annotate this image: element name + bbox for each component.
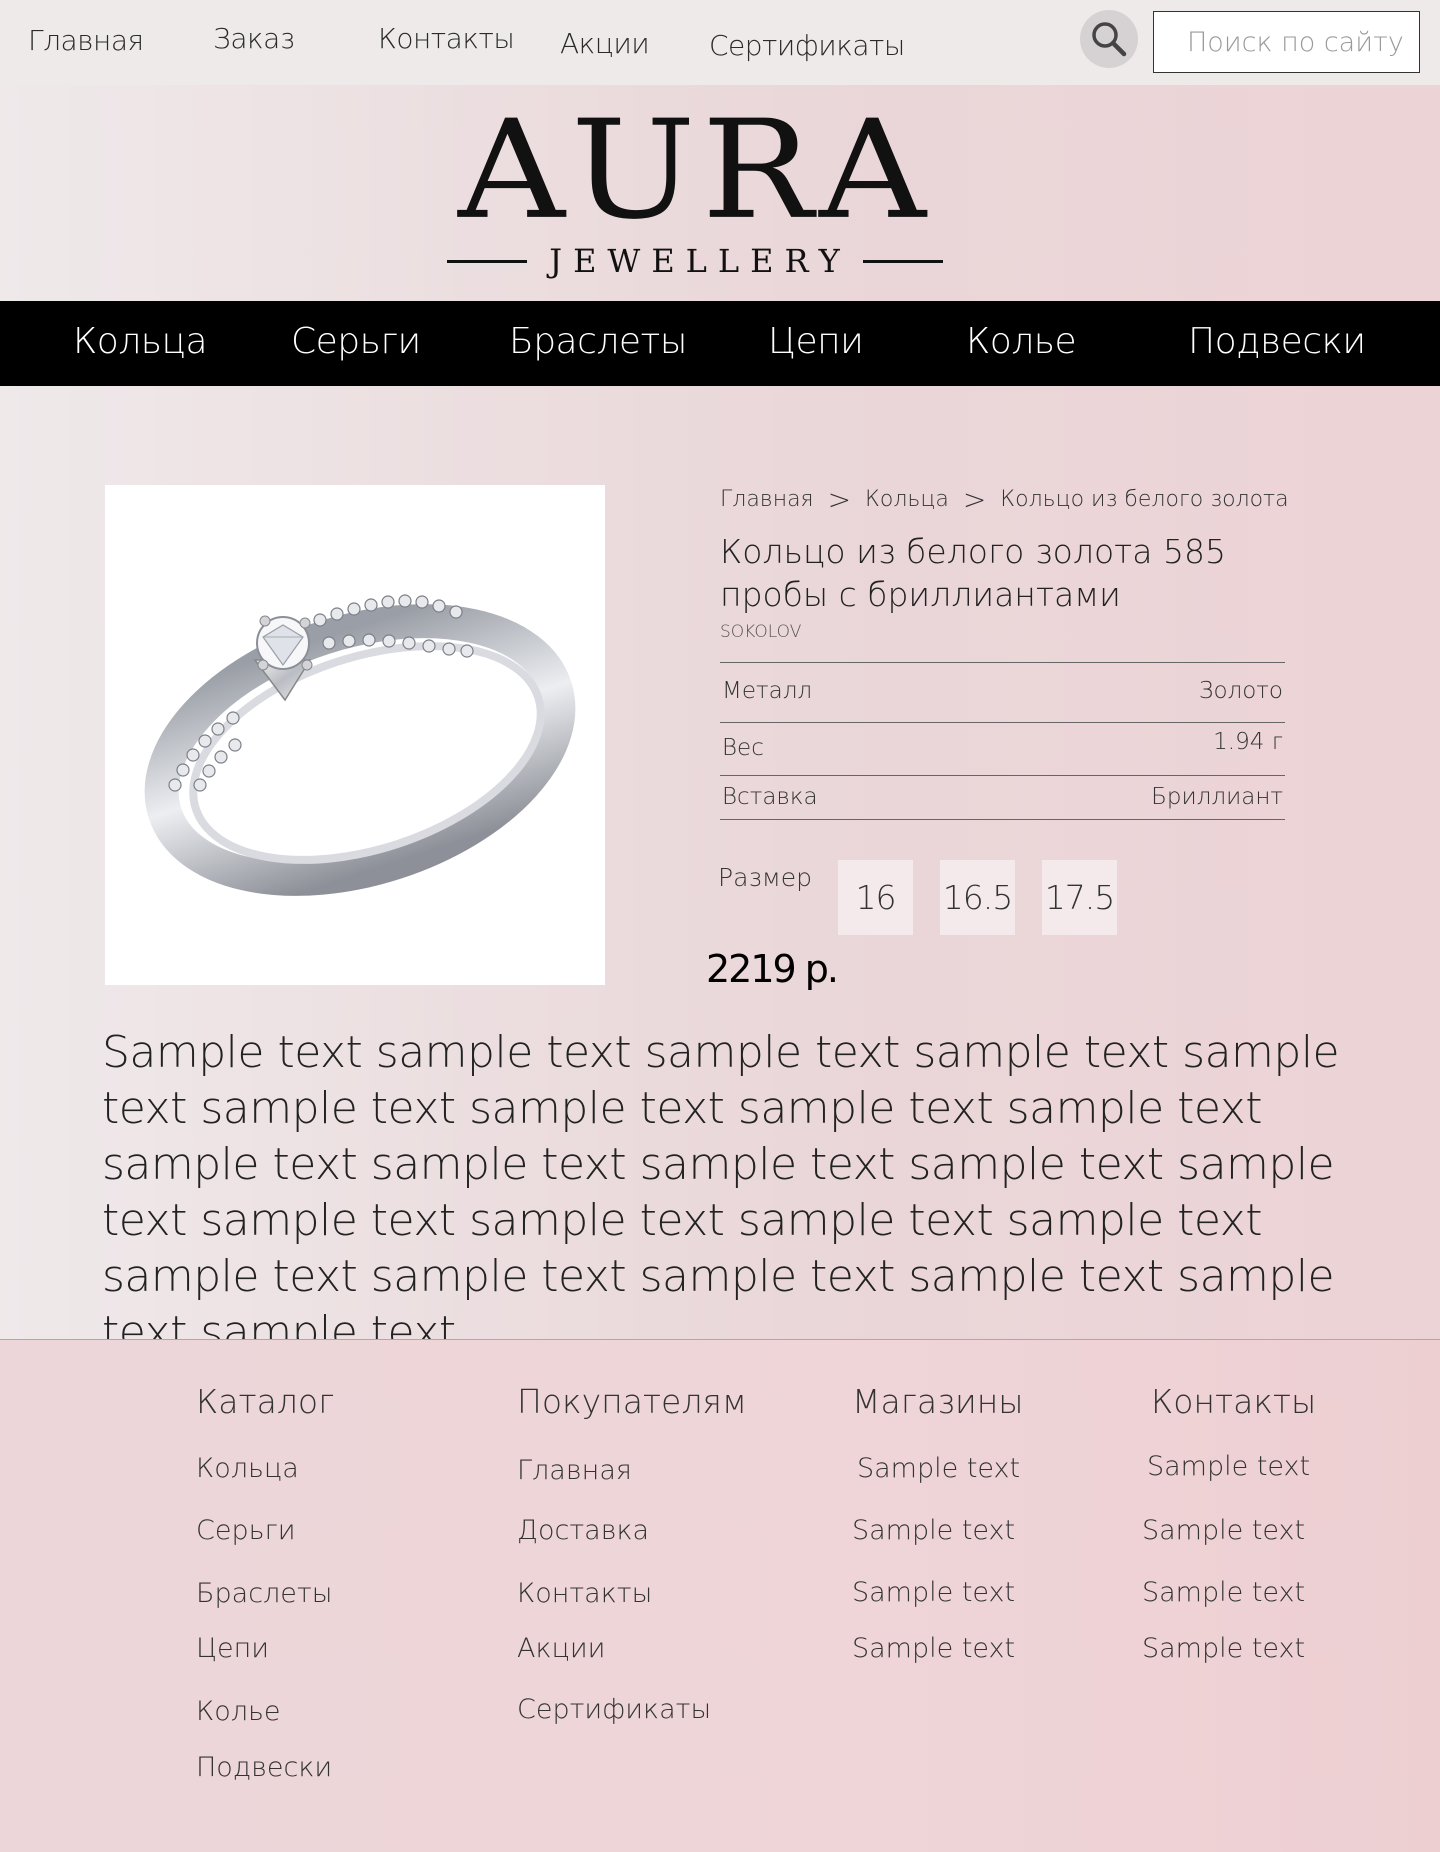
spec-label: Вес: [722, 735, 764, 761]
footer-link-certificates[interactable]: Сертификаты: [517, 1694, 711, 1725]
footer-link-store[interactable]: Sample text: [857, 1453, 1020, 1484]
footer-link-rings[interactable]: Кольца: [196, 1453, 299, 1484]
footer-link-home[interactable]: Главная: [517, 1455, 632, 1486]
category-chains[interactable]: Цепи: [768, 321, 864, 362]
footer-link-contact[interactable]: Sample text: [1142, 1633, 1305, 1664]
breadcrumb-current: Кольцо из белого золота: [1000, 487, 1289, 512]
footer-link-earrings[interactable]: Серьги: [196, 1515, 296, 1546]
product-title: Кольцо из белого золота 585 пробы с брил…: [720, 532, 1226, 614]
topnav-link-certificates[interactable]: Сертификаты: [709, 29, 905, 62]
size-label: Размер: [718, 863, 813, 892]
footer-link-chains[interactable]: Цепи: [196, 1633, 269, 1664]
product-price: 2219 р.: [706, 947, 839, 991]
spec-row-insert: Вставка Бриллиант: [720, 775, 1285, 820]
footer-heading-stores: Магазины: [852, 1382, 1024, 1421]
footer-link-contact[interactable]: Sample text: [1142, 1577, 1305, 1608]
top-bar: Главная Заказ Контакты Акции Сертификаты: [0, 0, 1440, 85]
footer-link-store[interactable]: Sample text: [852, 1515, 1015, 1546]
search-input[interactable]: [1153, 11, 1420, 73]
category-bracelets[interactable]: Браслеты: [509, 321, 687, 362]
search-button[interactable]: [1080, 10, 1138, 68]
footer-link-necklaces[interactable]: Колье: [196, 1696, 281, 1727]
product-image[interactable]: [105, 485, 605, 985]
topnav-link-home[interactable]: Главная: [28, 24, 144, 57]
breadcrumb-separator: >: [827, 482, 852, 516]
footer-heading-buyers: Покупателям: [517, 1382, 747, 1421]
site-logo[interactable]: AURA JEWELLERY: [445, 100, 945, 280]
spec-row-metal: Металл Золото: [720, 662, 1285, 722]
footer-link-delivery[interactable]: Доставка: [517, 1515, 649, 1546]
footer-heading-catalog: Каталог: [196, 1382, 335, 1421]
spec-value: Золото: [1198, 678, 1283, 704]
topnav-link-promotions[interactable]: Акции: [560, 27, 650, 60]
footer-heading-contacts: Контакты: [1151, 1382, 1317, 1421]
spec-value: Бриллиант: [1151, 784, 1283, 810]
search-icon: [1092, 22, 1127, 57]
category-pendants[interactable]: Подвески: [1188, 321, 1366, 362]
topnav-link-order[interactable]: Заказ: [213, 22, 295, 55]
logo-divider-right: [862, 259, 943, 263]
footer-link-contact[interactable]: Sample text: [1147, 1451, 1310, 1482]
logo-divider-left: [447, 259, 528, 263]
footer-link-pendants[interactable]: Подвески: [196, 1752, 332, 1783]
footer-col-stores: Магазины: [852, 1382, 1024, 1421]
product-brand[interactable]: SOKOLOV: [720, 622, 801, 642]
breadcrumb-separator: >: [962, 482, 987, 516]
footer-col-catalog: Каталог: [196, 1382, 334, 1421]
breadcrumb-rings[interactable]: Кольца: [865, 487, 949, 512]
spec-row-weight: Вес 1.94 г: [720, 722, 1285, 775]
footer: Каталог Кольца Серьги Браслеты Цепи Коль…: [0, 1339, 1440, 1852]
spec-label: Вставка: [722, 784, 818, 810]
breadcrumb: Главная > Кольца > Кольцо из белого золо…: [720, 482, 1289, 516]
footer-link-bracelets[interactable]: Браслеты: [196, 1578, 332, 1609]
category-earrings[interactable]: Серьги: [291, 321, 421, 362]
category-rings[interactable]: Кольца: [73, 321, 208, 362]
product-specs: Металл Золото Вес 1.94 г Вставка Бриллиа…: [720, 662, 1285, 820]
topnav-link-contacts[interactable]: Контакты: [378, 22, 515, 55]
footer-link-store[interactable]: Sample text: [852, 1577, 1015, 1608]
breadcrumb-home[interactable]: Главная: [720, 487, 814, 512]
size-option-16-5[interactable]: 16.5: [940, 860, 1015, 935]
footer-col-contacts: Контакты: [1151, 1382, 1316, 1421]
category-necklaces[interactable]: Колье: [966, 321, 1077, 362]
footer-link-store[interactable]: Sample text: [852, 1633, 1015, 1664]
ring-image: [144, 594, 576, 896]
size-option-16[interactable]: 16: [838, 860, 913, 935]
footer-col-buyers: Покупателям: [517, 1382, 747, 1421]
logo-main-text: AURA: [458, 90, 932, 250]
size-option-17-5[interactable]: 17.5: [1042, 860, 1117, 935]
footer-link-promotions[interactable]: Акции: [517, 1633, 605, 1664]
product-description: Sample text sample text sample text samp…: [102, 1027, 1340, 1358]
category-nav: Кольца Серьги Браслеты Цепи Колье Подвес…: [0, 301, 1440, 386]
footer-link-contact[interactable]: Sample text: [1142, 1515, 1305, 1546]
spec-value: 1.94 г: [1213, 729, 1283, 755]
spec-label: Металл: [722, 678, 813, 704]
footer-link-contacts[interactable]: Контакты: [517, 1578, 652, 1609]
